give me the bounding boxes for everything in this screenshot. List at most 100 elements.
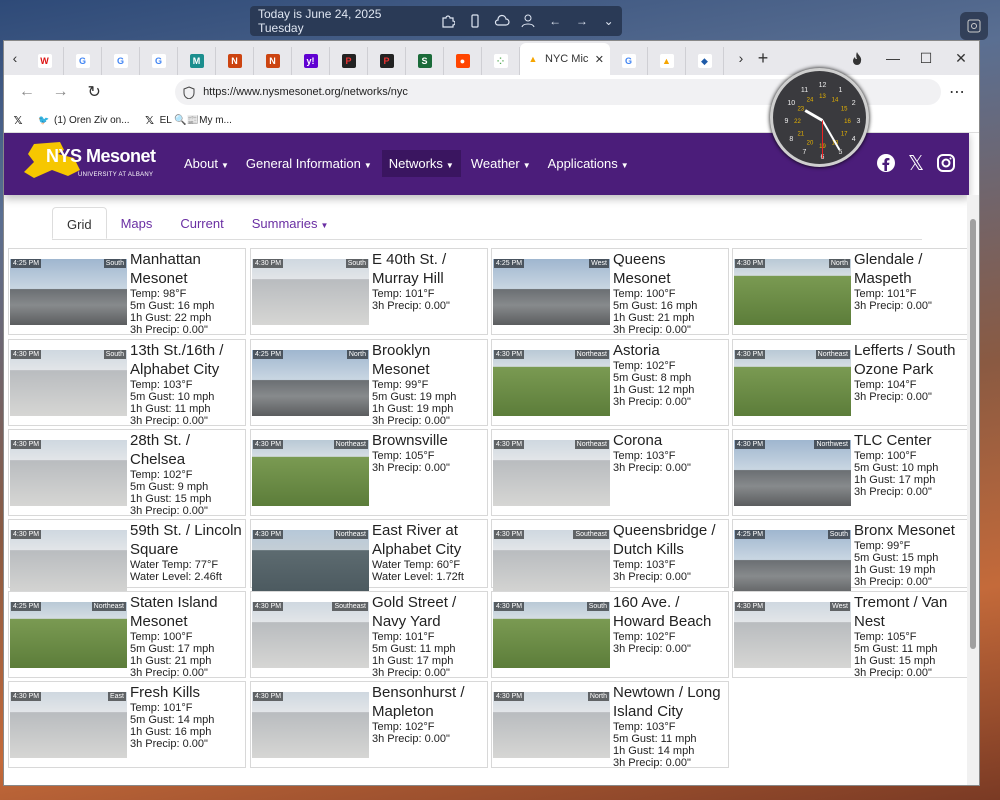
station-name[interactable]: Astoria (613, 341, 726, 360)
station-card[interactable]: 4:30 PM Northwest TLC Center Temp: 100°F 5m … (732, 429, 970, 516)
station-card[interactable]: 4:30 PM South E 40th St. / Murray Hill Temp… (250, 248, 488, 335)
webcam-image[interactable]: 4:25 PM Northeast (10, 602, 127, 668)
station-card[interactable]: 4:30 PM Northeast Corona Temp: 103°F 3h Prec… (491, 429, 729, 516)
x-icon[interactable]: 𝕏 (905, 152, 927, 175)
webcam-image[interactable]: 4:30 PM North (734, 259, 851, 325)
station-name[interactable]: TLC Center (854, 431, 967, 450)
nav-menu-general-information[interactable]: General Information ▼ (239, 150, 379, 177)
station-name[interactable]: Brooklyn Mesonet (372, 341, 485, 379)
station-name[interactable]: Brownsville (372, 431, 485, 450)
puzzle-icon[interactable] (435, 7, 462, 35)
station-name[interactable]: Queensbridge / Dutch Kills (613, 521, 726, 559)
browser-tab[interactable]: S (406, 47, 444, 75)
webcam-image[interactable]: 4:30 PM (10, 440, 127, 506)
reload-button[interactable]: ↻ (81, 79, 107, 105)
user-icon[interactable] (515, 7, 542, 35)
station-card[interactable]: 4:30 PM Northeast East River at Alphabet C… (250, 519, 488, 596)
browser-tab[interactable]: G (102, 47, 140, 75)
flame-icon[interactable] (840, 41, 874, 75)
instagram-icon[interactable] (935, 152, 957, 174)
webcam-image[interactable]: 4:25 PM South (734, 530, 851, 596)
tab-current[interactable]: Current (166, 207, 237, 239)
minimize-button[interactable]: — (876, 41, 910, 75)
browser-tab[interactable]: W (26, 47, 64, 75)
station-name[interactable]: Bensonhurst / Mapleton (372, 683, 485, 721)
tab-scroll-right-icon[interactable]: › (730, 41, 752, 75)
station-card[interactable]: 4:30 PM Bensonhurst / Mapleton Temp: 102°F… (250, 681, 488, 768)
browser-tab-active[interactable]: ▲ NYC Mic ✕ (520, 43, 610, 75)
browser-tab[interactable]: G (610, 47, 648, 75)
webcam-image[interactable]: 4:30 PM Northeast (493, 440, 610, 506)
station-card[interactable]: 4:30 PM Northeast Brownsville Temp: 105°F 3h… (250, 429, 488, 516)
browser-tab[interactable]: G (140, 47, 178, 75)
webcam-image[interactable]: 4:30 PM South (10, 350, 127, 416)
webcam-image[interactable]: 4:30 PM West (734, 602, 851, 668)
browser-tab[interactable]: P (368, 47, 406, 75)
tab-maps[interactable]: Maps (107, 207, 167, 239)
tab-scroll-left-icon[interactable]: ‹ (4, 41, 26, 75)
station-name[interactable]: 13th St./16th / Alphabet City (130, 341, 243, 379)
station-name[interactable]: Fresh Kills (130, 683, 243, 702)
bookmark-item[interactable]: 🐦 (1) Oren Ziv on... (38, 115, 129, 126)
station-card[interactable]: 4:25 PM South Bronx Mesonet Temp: 99°F 5m Gu… (732, 519, 970, 596)
webcam-image[interactable]: 4:25 PM South (10, 259, 127, 325)
station-card[interactable]: 4:30 PM Southeast Gold Street / Navy Yard T… (250, 591, 488, 679)
browser-tab[interactable]: y! (292, 47, 330, 75)
browser-tab[interactable]: ◆ (686, 47, 724, 75)
nav-menu-networks[interactable]: Networks ▼ (381, 149, 461, 177)
station-card[interactable]: 4:30 PM South 160 Ave. / Howard Beach Temp:… (491, 591, 729, 678)
webcam-image[interactable]: 4:30 PM North (493, 692, 610, 758)
webcam-image[interactable]: 4:30 PM Northeast (252, 530, 369, 596)
station-card[interactable]: 4:30 PM Northeast Astoria Temp: 102°F 5m Gus… (491, 339, 729, 426)
station-name[interactable]: Lefferts / South Ozone Park (854, 341, 967, 379)
webcam-image[interactable]: 4:25 PM North (252, 350, 369, 416)
station-name[interactable]: 59th St. / Lincoln Square (130, 521, 243, 559)
webcam-image[interactable]: 4:30 PM Northwest (734, 440, 851, 506)
webcam-image[interactable]: 4:30 PM (252, 692, 369, 758)
station-card[interactable]: 4:30 PM South 13th St./16th / Alphabet Cit… (8, 339, 246, 427)
webcam-image[interactable]: 4:30 PM Northeast (252, 440, 369, 506)
screenshot-icon[interactable] (960, 12, 988, 40)
bookmark-item[interactable]: 𝕏 (12, 114, 24, 127)
arrow-right-icon[interactable]: → (568, 7, 595, 35)
station-card[interactable]: 4:30 PM Northeast Lefferts / South Ozone P… (732, 339, 970, 426)
station-name[interactable]: 28th St. / Chelsea (130, 431, 243, 469)
station-name[interactable]: Queens Mesonet (613, 250, 726, 288)
browser-tab[interactable]: G (64, 47, 102, 75)
more-options-icon[interactable]: ⋯ (949, 82, 965, 102)
nys-mesonet-logo[interactable]: NYS Mesonet UNIVERSITY AT ALBANY (22, 138, 157, 188)
webcam-image[interactable]: 4:30 PM South (493, 602, 610, 668)
back-button[interactable]: ← (14, 79, 40, 105)
bookmark-item[interactable]: 𝕏 EL 🔍📰My m... (144, 114, 232, 127)
station-card[interactable]: 4:25 PM North Brooklyn Mesonet Temp: 99°F 5m… (250, 339, 488, 427)
browser-tab[interactable]: ⁘ (482, 47, 520, 75)
tab-summaries[interactable]: Summaries ▼ (238, 207, 343, 239)
browser-tab[interactable]: ● (444, 47, 482, 75)
browser-tab[interactable]: N (216, 47, 254, 75)
webcam-image[interactable]: 4:25 PM West (493, 259, 610, 325)
station-card[interactable]: 4:30 PM 28th St. / Chelsea Temp: 102°F 5m G… (8, 429, 246, 517)
browser-tab[interactable]: M (178, 47, 216, 75)
nav-menu-weather[interactable]: Weather ▼ (464, 150, 538, 177)
station-name[interactable]: East River at Alphabet City (372, 521, 485, 559)
webcam-image[interactable]: 4:30 PM Southeast (493, 530, 610, 596)
browser-tab[interactable]: N (254, 47, 292, 75)
close-tab-icon[interactable]: ✕ (595, 53, 604, 66)
station-card[interactable]: 4:30 PM Southeast Queensbridge / Dutch Kil… (491, 519, 729, 596)
browser-tab[interactable]: P (330, 47, 368, 75)
arrow-left-icon[interactable]: ← (542, 7, 569, 35)
station-card[interactable]: 4:30 PM West Tremont / Van Nest Temp: 105°F… (732, 591, 970, 679)
station-card[interactable]: 4:30 PM East Fresh Kills Temp: 101°F 5m Gust… (8, 681, 246, 768)
station-name[interactable]: Tremont / Van Nest (854, 593, 967, 631)
nav-menu-applications[interactable]: Applications ▼ (541, 150, 636, 177)
chevron-down-icon[interactable]: ⌄ (595, 7, 622, 35)
webcam-image[interactable]: 4:30 PM Northeast (493, 350, 610, 416)
forward-button[interactable]: → (48, 79, 74, 105)
station-name[interactable]: Manhattan Mesonet (130, 250, 243, 288)
station-name[interactable]: Gold Street / Navy Yard (372, 593, 485, 631)
station-card[interactable]: 4:30 PM North Newtown / Long Island City Te… (491, 681, 729, 769)
station-card[interactable]: 4:30 PM 59th St. / Lincoln Square Water Te… (8, 519, 246, 596)
webcam-image[interactable]: 4:30 PM South (252, 259, 369, 325)
tab-grid[interactable]: Grid (52, 207, 107, 239)
station-card[interactable]: 4:25 PM South Manhattan Mesonet Temp: 98°F 5… (8, 248, 246, 336)
